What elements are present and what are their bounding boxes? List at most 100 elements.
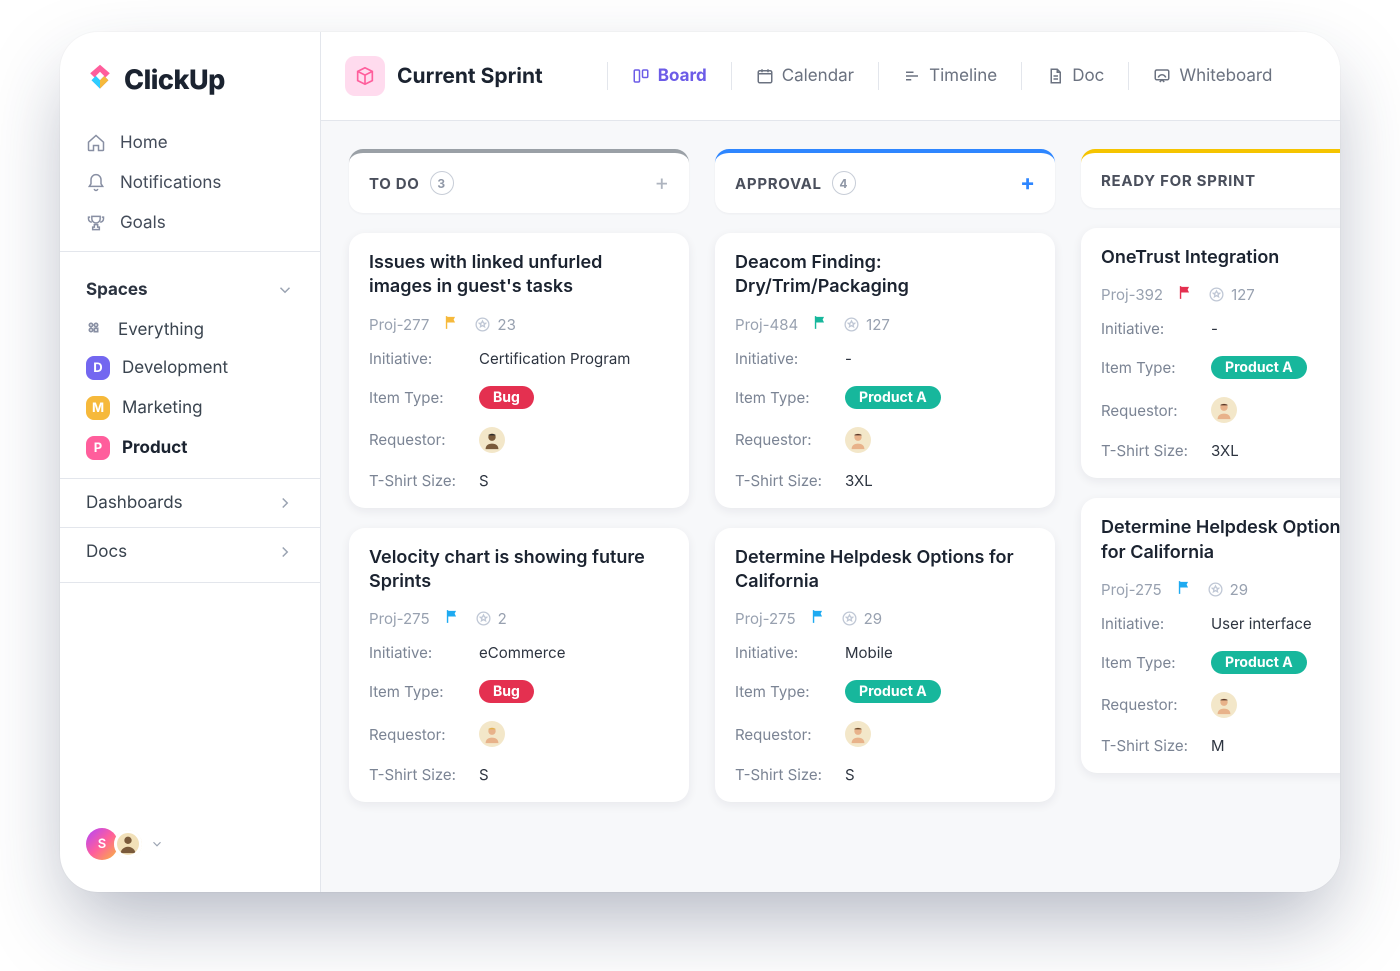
field-tshirt: T-Shirt Size:S (735, 761, 1035, 788)
card-title: Deacom Finding: Dry/Trim/Packaging (735, 251, 1035, 300)
page-title[interactable]: Current Sprint (345, 56, 543, 96)
card-project-id: Proj-275 (369, 609, 430, 628)
task-card[interactable]: Determine Helpdesk Options for Californi… (715, 528, 1055, 803)
tab-doc-label: Doc (1072, 66, 1104, 86)
card-points: 29 (841, 609, 882, 628)
page-title-text: Current Sprint (397, 64, 543, 89)
card-meta: Proj-484 127 (735, 314, 1035, 335)
field-requestor: Requestor: (1101, 393, 1340, 427)
requestor-avatar[interactable] (845, 721, 871, 747)
card-meta: Proj-275 2 (369, 608, 669, 629)
task-card[interactable]: Deacom Finding: Dry/Trim/Packaging Proj-… (715, 233, 1055, 508)
card-project-id: Proj-275 (735, 609, 796, 628)
sidebar-space-marketing[interactable]: MMarketing (60, 388, 320, 428)
field-requestor: Requestor: (369, 423, 669, 457)
section-dashboards[interactable]: Dashboards (60, 478, 320, 527)
column-count: 4 (832, 171, 856, 195)
column-header[interactable]: TO DO 3 + (349, 149, 689, 213)
field-initiative: Initiative:- (735, 345, 1035, 372)
card-title: Determine Helpdesk Options for Californi… (735, 546, 1035, 595)
tab-calendar-label: Calendar (782, 66, 854, 86)
section-docs[interactable]: Docs (60, 527, 320, 576)
tab-doc[interactable]: Doc (1034, 58, 1116, 94)
column-title: APPROVAL (735, 174, 822, 193)
tab-board[interactable]: Board (620, 58, 719, 94)
field-initiative: Initiative:Certification Program (369, 345, 669, 372)
flag-icon[interactable] (1176, 579, 1193, 600)
field-item-type: Item Type:Product A (735, 676, 1035, 707)
whiteboard-icon (1153, 67, 1171, 85)
task-card[interactable]: Issues with linked unfurled images in gu… (349, 233, 689, 508)
task-card[interactable]: Determine Helpdesk Options for Californi… (1081, 498, 1340, 773)
tab-board-label: Board (658, 66, 707, 86)
space-everything-label: Everything (118, 320, 204, 340)
field-tshirt: T-Shirt Size:S (369, 467, 669, 494)
card-points: 127 (843, 315, 890, 334)
task-card[interactable]: OneTrust Integration Proj-392 127 Initia… (1081, 228, 1340, 478)
nav-notifications[interactable]: Notifications (70, 163, 310, 203)
field-requestor: Requestor: (1101, 688, 1340, 722)
sidebar-profile[interactable]: S (60, 814, 320, 874)
tab-calendar[interactable]: Calendar (744, 58, 866, 94)
chevron-right-icon (276, 543, 294, 561)
card-project-id: Proj-277 (369, 315, 429, 334)
task-card[interactable]: Velocity chart is showing future Sprints… (349, 528, 689, 803)
doc-icon (1046, 67, 1064, 85)
cube-icon (345, 56, 385, 96)
card-project-id: Proj-275 (1101, 580, 1162, 599)
space-everything[interactable]: Everything (60, 312, 320, 348)
column-to-do: TO DO 3 + Issues with linked unfurled imag… (349, 149, 689, 864)
view-tabs: Board Calendar Timeline Doc Whiteboard (601, 58, 1285, 94)
card-meta: Proj-392 127 (1101, 284, 1340, 305)
flag-icon[interactable] (443, 314, 460, 335)
flag-icon[interactable] (812, 314, 829, 335)
requestor-avatar[interactable] (1211, 692, 1237, 718)
tab-whiteboard[interactable]: Whiteboard (1141, 58, 1284, 94)
flag-icon[interactable] (1177, 284, 1194, 305)
add-card-button[interactable]: + (1020, 172, 1035, 194)
card-title: OneTrust Integration (1101, 246, 1340, 270)
sidebar-space-product[interactable]: PProduct (60, 428, 320, 468)
space-badge: D (86, 356, 110, 380)
field-item-type: Item Type:Bug (369, 382, 669, 413)
column-title: TO DO (369, 174, 420, 193)
requestor-avatar[interactable] (479, 427, 505, 453)
bell-icon (86, 173, 106, 193)
nav-home[interactable]: Home (70, 123, 310, 163)
brand[interactable]: ClickUp (60, 62, 320, 121)
chevron-right-icon (276, 494, 294, 512)
column-count: 3 (430, 171, 454, 195)
brand-icon (86, 62, 114, 97)
requestor-avatar[interactable] (479, 721, 505, 747)
card-project-id: Proj-484 (735, 315, 798, 334)
item-type-pill: Product A (845, 680, 941, 703)
timeline-icon (903, 67, 921, 85)
requestor-avatar[interactable] (1211, 397, 1237, 423)
requestor-avatar[interactable] (845, 427, 871, 453)
field-initiative: Initiative:eCommerce (369, 639, 669, 666)
field-item-type: Item Type:Bug (369, 676, 669, 707)
nav-notifications-label: Notifications (120, 173, 221, 193)
column-header[interactable]: APPROVAL 4 + (715, 149, 1055, 213)
field-tshirt: T-Shirt Size:M (1101, 732, 1340, 759)
flag-icon[interactable] (810, 608, 827, 629)
space-badge: P (86, 436, 110, 460)
card-meta: Proj-277 23 (369, 314, 669, 335)
tab-timeline[interactable]: Timeline (891, 58, 1009, 94)
nav-goals[interactable]: Goals (70, 203, 310, 243)
sidebar: ClickUp Home Notifications Goals Spaces … (60, 32, 321, 892)
item-type-pill: Product A (1211, 356, 1307, 379)
spaces-header[interactable]: Spaces (60, 258, 320, 312)
tab-timeline-label: Timeline (929, 66, 997, 86)
main: Current Sprint Board Calendar Timeline D… (321, 32, 1340, 892)
grid-icon (86, 320, 106, 340)
flag-icon[interactable] (444, 608, 461, 629)
field-requestor: Requestor: (369, 717, 669, 751)
card-title: Determine Helpdesk Options for Californi… (1101, 516, 1340, 565)
add-card-button[interactable]: + (654, 172, 669, 194)
field-requestor: Requestor: (735, 423, 1035, 457)
space-badge: M (86, 396, 110, 420)
column-header[interactable]: READY FOR SPRINT (1081, 149, 1340, 208)
sidebar-space-development[interactable]: DDevelopment (60, 348, 320, 388)
board-columns: TO DO 3 + Issues with linked unfurled imag… (321, 121, 1340, 892)
